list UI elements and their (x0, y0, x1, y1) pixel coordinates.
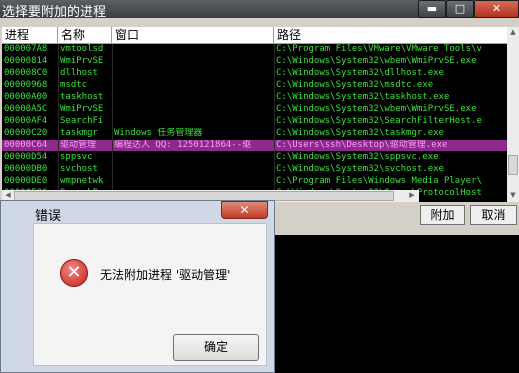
column-header-name[interactable]: 名称 (58, 27, 112, 43)
cell-pid: 00000814 (4, 56, 48, 66)
cell-pid: 000008C0 (4, 68, 48, 78)
minimize-icon: ▬ (426, 2, 438, 15)
cell-pid: 00000A00 (4, 92, 48, 102)
cell-path: C:\Windows\System32\wbem\WmiPrvSE.exe (276, 104, 477, 114)
close-button[interactable]: ✕ (474, 0, 519, 18)
maximize-button[interactable]: □ (446, 0, 474, 18)
cell-name: taskmgr (60, 128, 98, 138)
table-row[interactable]: 00000AF4 SearchFi C:\Windows\System32\Sear… (2, 116, 507, 127)
cell-path: C:\Windows\System32\taskhost.exe (276, 92, 450, 102)
table-row[interactable]: 00000814 WmiPrvSE C:\Windows\System32\wbem… (2, 56, 507, 67)
cell-pid: 00000A5C (4, 104, 48, 114)
cell-path: C:\Windows\System32\msdtc.exe (276, 80, 434, 90)
dialog-body: ✕ 无法附加进程 '驱动管理' 确定 (33, 223, 267, 366)
attach-button[interactable]: 附加 (420, 205, 465, 225)
vertical-scroll-thumb[interactable] (508, 155, 518, 175)
error-icon: ✕ (60, 259, 88, 287)
cell-name: wmpnetwk (60, 176, 104, 186)
scroll-down-icon[interactable]: ▼ (507, 191, 519, 199)
cell-name: msdtc (60, 80, 88, 90)
table-row[interactable]: 00000A5C WmiPrvSE C:\Windows\System32\wbem… (2, 104, 507, 115)
cell-pid: 00000DE0 (4, 176, 48, 186)
column-divider (58, 44, 59, 202)
cancel-button[interactable]: 取消 (470, 205, 517, 225)
cell-name: WmiPrvSE (60, 56, 104, 66)
cell-name: taskhost (60, 92, 104, 102)
cell-name: svchost (60, 164, 98, 174)
cell-name: SearchFi (60, 116, 104, 126)
cell-pid: 00000AF4 (4, 116, 48, 126)
cell-pid: 000007A8 (4, 44, 48, 54)
maximize-icon: □ (454, 2, 466, 15)
cell-path: C:\Windows\System32\dllhost.exe (276, 68, 444, 78)
table-row[interactable]: 00000DE0 wmpnetwk C:\Program Files\Windows… (2, 176, 507, 187)
cell-window (112, 92, 274, 103)
error-dialog: 错误 ✕ ✕ 无法附加进程 '驱动管理' 确定 (0, 200, 275, 373)
cell-window: 编程达人 QQ: 1250121864--驱 (114, 140, 252, 150)
cell-pid: 00000DB0 (4, 164, 48, 174)
minimize-button[interactable]: ▬ (418, 0, 446, 18)
cell-pid: 00000968 (4, 80, 48, 90)
column-divider (112, 44, 113, 202)
cell-name: 驱动管理 (60, 140, 97, 150)
cell-window (112, 56, 274, 67)
cell-pid: 00000C20 (4, 128, 48, 138)
ok-button[interactable]: 确定 (173, 334, 259, 361)
cell-window (112, 68, 274, 79)
table-row[interactable]: 000008C0 dllhost C:\Windows\System32\dllho… (2, 68, 507, 79)
column-header-pid[interactable]: 进程 (2, 27, 58, 43)
scroll-left-icon[interactable]: ◀ (2, 191, 14, 199)
table-row[interactable]: 00000C20 taskmgr Windows 任务管理器 C:\Windows\S… (2, 128, 507, 139)
window-title: 选择要附加的进程 (2, 5, 107, 20)
close-icon: ✕ (491, 2, 502, 15)
cell-path: C:\Program Files\Windows Media Player\ (276, 176, 482, 186)
table-row[interactable]: 00000968 msdtc C:\Windows\System32\msdtc.e… (2, 80, 507, 91)
table-row[interactable]: 00000DB0 svchost C:\Windows\System32\svcho… (2, 164, 507, 175)
cell-path: C:\Windows\System32\SearchFilterHost.e (276, 116, 482, 126)
cell-path: C:\Windows\System32\svchost.exe (276, 164, 444, 174)
cell-path: C:\Windows\System32\wbem\WmiPrvSE.exe (276, 56, 477, 66)
cell-window (112, 176, 274, 187)
cell-path: C:\Windows\System32\taskmgr.exe (276, 128, 444, 138)
cell-window (112, 80, 274, 91)
close-icon: ✕ (239, 203, 250, 217)
scroll-right-icon[interactable]: ▶ (406, 191, 418, 199)
cell-path: C:\Users\ssh\Desktop\驱动管理.exe (276, 140, 448, 150)
dialog-close-button[interactable]: ✕ (221, 201, 268, 219)
vertical-scrollbar[interactable]: ▲ ▼ (507, 27, 519, 202)
dialog-title: 错误 (35, 209, 62, 224)
cell-window (112, 152, 274, 163)
cell-window (112, 116, 274, 127)
cell-window (112, 164, 274, 175)
cell-window: Windows 任务管理器 (114, 128, 203, 138)
cell-pid: 00000C64 (4, 140, 48, 150)
column-divider (274, 44, 275, 202)
process-list[interactable]: 进程 名称 窗口 路径 000007A8 vmtoolsd C:\Program F… (2, 27, 519, 202)
title-bar: 选择要附加的进程 ▬ □ ✕ (0, 0, 519, 20)
column-header-window[interactable]: 窗口 (112, 27, 274, 43)
error-icon-glyph: ✕ (66, 262, 82, 283)
cell-name: sppsvc (60, 152, 93, 162)
table-row[interactable]: 00000A00 taskhost C:\Windows\System32\task… (2, 92, 507, 103)
cell-name: WmiPrvSE (60, 104, 104, 114)
table-row[interactable]: 00000D54 sppsvc C:\Windows\System32\sppsvc… (2, 152, 507, 163)
list-header: 进程 名称 窗口 路径 (2, 27, 507, 44)
table-row-selected[interactable]: 00000C64 驱动管理 编程达人 QQ: 1250121864--驱 C:\Use… (2, 140, 507, 151)
table-row[interactable]: 000007A8 vmtoolsd C:\Program Files\VMware\… (2, 44, 507, 55)
error-message: 无法附加进程 '驱动管理' (100, 268, 231, 282)
cell-path: C:\Windows\System32\sppsvc.exe (276, 152, 439, 162)
cell-name: dllhost (60, 68, 98, 78)
cell-window (112, 44, 274, 55)
cell-path: C:\Program Files\VMware\VMware Tools\v (276, 44, 482, 54)
cell-name: vmtoolsd (60, 44, 104, 54)
cell-window (112, 104, 274, 115)
cell-pid: 00000D54 (4, 152, 48, 162)
column-header-path[interactable]: 路径 (274, 27, 507, 43)
scroll-up-icon[interactable]: ▲ (507, 28, 519, 36)
